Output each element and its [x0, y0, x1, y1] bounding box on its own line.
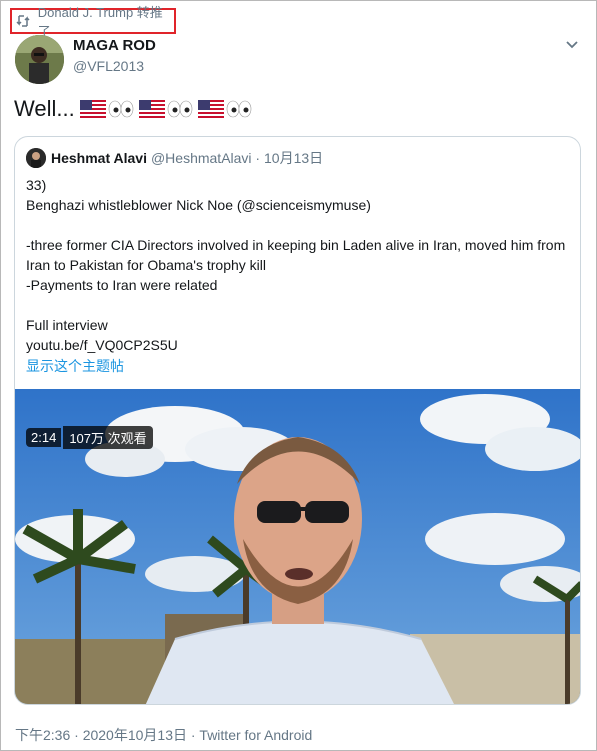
quoted-handle[interactable]: @HeshmatAlavi	[151, 150, 252, 166]
quoted-line: -three former CIA Directors involved in …	[26, 237, 566, 273]
quoted-line: Full interview	[26, 317, 108, 333]
quoted-tweet-card[interactable]: Heshmat Alavi @HeshmatAlavi · 10月13日 33)…	[14, 136, 581, 705]
author-handle[interactable]: @VFL2013	[73, 58, 144, 74]
eyes-icon	[226, 100, 252, 118]
quoted-line: Benghazi whistleblower Nick Noe (@scienc…	[26, 197, 371, 213]
quoted-line-blank	[26, 215, 574, 235]
retweet-icon	[16, 13, 32, 29]
quoted-video-link[interactable]: youtu.be/f_VQ0CP2S5U	[26, 335, 574, 355]
us-flag-icon	[79, 100, 106, 118]
tweet-meta[interactable]: 下午2:36 · 2020年10月13日 · Twitter for Andro…	[15, 725, 312, 745]
us-flag-icon	[138, 100, 165, 118]
quoted-display-name[interactable]: Heshmat Alavi	[51, 150, 147, 166]
chevron-down-icon[interactable]	[564, 36, 580, 52]
quoted-line: 33)	[26, 177, 47, 193]
quoted-line-blank	[26, 295, 574, 315]
quoted-separator: ·	[251, 150, 264, 166]
video-views: 107万 次观看	[63, 425, 153, 449]
quoted-body: 33) Benghazi whistleblower Nick Noe (@sc…	[26, 175, 574, 355]
video-duration: 2:14	[26, 427, 62, 447]
us-flag-icon	[197, 100, 224, 118]
tweet-text: Well...	[14, 96, 252, 122]
eyes-icon	[108, 100, 134, 118]
quoted-line: -Payments to Iran were related	[26, 277, 218, 293]
quoted-header: Heshmat Alavi @HeshmatAlavi · 10月13日	[26, 148, 323, 168]
retweet-label: Donald J. Trump 转推了	[37, 5, 163, 39]
retweet-context[interactable]: Donald J. Trump 转推了	[10, 5, 176, 39]
video-badge: 2:14 107万 次观看	[26, 425, 153, 449]
author-display-name[interactable]: MAGA ROD	[73, 37, 156, 54]
show-thread-link[interactable]: 显示这个主题帖	[26, 356, 124, 376]
tweet-text-body: Well...	[14, 96, 75, 121]
quoted-avatar[interactable]	[26, 148, 46, 168]
quoted-date[interactable]: 10月13日	[264, 148, 323, 168]
eyes-icon	[167, 100, 193, 118]
author-avatar[interactable]	[15, 35, 64, 84]
